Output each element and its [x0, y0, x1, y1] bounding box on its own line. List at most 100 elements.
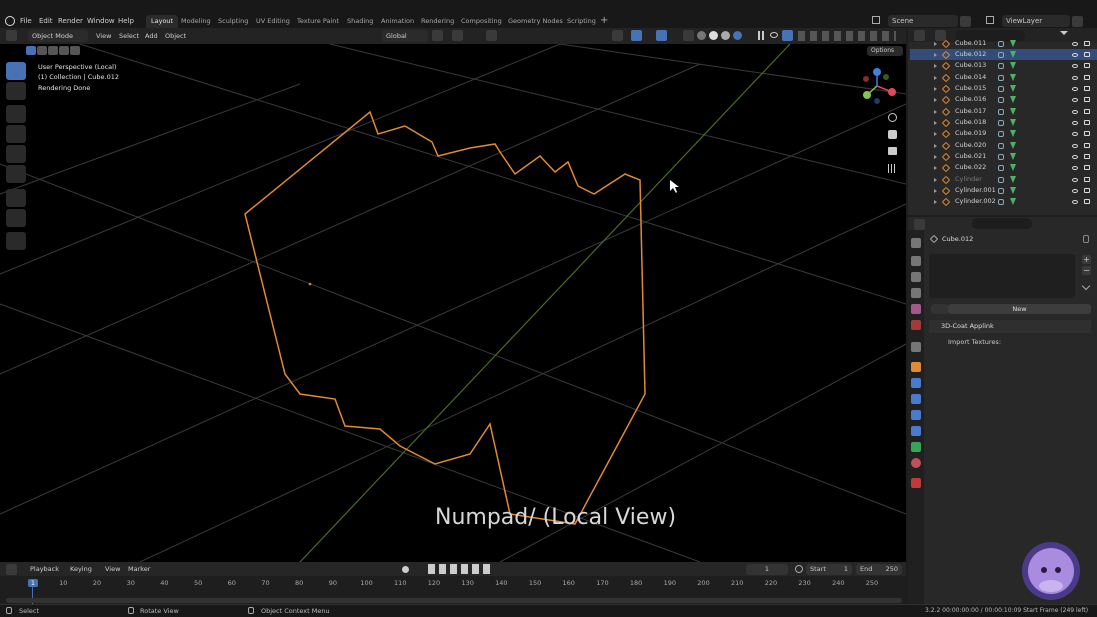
render-camera-icon[interactable] [1084, 108, 1090, 114]
render-camera-icon[interactable] [1084, 154, 1090, 159]
tab-scripting[interactable]: Scripting [562, 15, 601, 28]
measure-tool-icon[interactable] [6, 209, 26, 227]
tab-compositing[interactable]: Compositing [456, 15, 507, 28]
render-camera-icon[interactable] [1084, 63, 1090, 69]
ortho-grid-icon[interactable] [888, 164, 897, 173]
render-camera-icon[interactable] [1084, 131, 1090, 137]
visibility-eye-icon[interactable] [1072, 143, 1078, 148]
render-camera-icon[interactable] [1084, 97, 1090, 103]
menu-help[interactable]: Help [118, 15, 134, 27]
select-mode-invert-icon[interactable] [59, 46, 69, 55]
render-camera-icon[interactable] [1084, 85, 1090, 91]
visibility-eye-icon[interactable] [1072, 166, 1078, 171]
material-slots-list[interactable] [929, 254, 1075, 298]
tab-shading[interactable]: Shading [342, 15, 378, 28]
cursor-tool-icon[interactable] [6, 82, 26, 100]
expand-arrow-icon[interactable] [934, 155, 937, 159]
tab-geometry-nodes[interactable]: Geometry Nodes [503, 15, 568, 28]
render-camera-icon[interactable] [1084, 40, 1090, 46]
expand-arrow-icon[interactable] [934, 98, 937, 103]
gizmo-toggle-icon[interactable] [631, 30, 642, 41]
texture-tab-icon[interactable] [911, 478, 921, 488]
tab-sculpting[interactable]: Sculpting [213, 15, 253, 28]
transform-orientation[interactable]: Global [382, 30, 428, 42]
current-frame-field[interactable]: 1 [746, 564, 788, 575]
tab-uv-editing[interactable]: UV Editing [251, 15, 295, 28]
expand-arrow-icon[interactable] [934, 41, 937, 46]
render-camera-icon[interactable] [1084, 199, 1090, 205]
tab-layout[interactable]: Layout [146, 15, 179, 28]
expand-arrow-icon[interactable] [934, 143, 937, 148]
outliner-row[interactable]: Cube.011 [910, 38, 1097, 49]
menu-object[interactable]: Object [165, 30, 186, 42]
menu-render[interactable]: Render [58, 15, 83, 27]
expand-arrow-icon[interactable] [934, 75, 937, 80]
visibility-eye-icon[interactable] [1072, 86, 1078, 91]
add-cube-tool-icon[interactable] [6, 232, 26, 250]
transform-tool-icon[interactable] [6, 165, 26, 183]
data-tab-icon[interactable] [911, 442, 921, 452]
options-dropdown[interactable]: Options [867, 46, 903, 56]
snap-icon[interactable] [452, 30, 463, 41]
expand-arrow-icon[interactable] [934, 189, 937, 194]
expand-arrow-icon[interactable] [934, 109, 937, 114]
select-mode-intersect-icon[interactable] [70, 46, 80, 55]
visibility-eye-icon[interactable] [1072, 132, 1078, 137]
modifier-tab-icon[interactable] [911, 378, 921, 388]
visibility-icon[interactable] [612, 30, 623, 41]
visibility-eye-icon[interactable] [1072, 155, 1078, 159]
editor-type-icon[interactable] [6, 30, 17, 41]
outliner-row[interactable]: Cube.021 [910, 151, 1097, 162]
shading-wireframe-icon[interactable] [697, 31, 706, 40]
new-material-button[interactable]: New [948, 304, 1091, 314]
expand-arrow-icon[interactable] [934, 120, 937, 125]
collection-tab-icon[interactable] [911, 342, 921, 352]
visibility-eye-icon[interactable] [1072, 120, 1078, 125]
outliner-row[interactable]: Cylinder.002 [910, 196, 1097, 207]
timeline-scrollbar[interactable] [6, 598, 902, 603]
select-box-tool-icon[interactable] [6, 62, 26, 80]
visibility-eye-icon[interactable] [770, 32, 778, 38]
render-camera-icon[interactable] [1084, 51, 1090, 57]
outliner-row[interactable]: Cube.018 [910, 117, 1097, 128]
annotate-tool-icon[interactable] [6, 189, 26, 207]
zoom-icon[interactable] [888, 113, 897, 122]
expand-arrow-icon[interactable] [934, 200, 937, 205]
view-layer-tab-icon[interactable] [911, 288, 921, 298]
menu-view[interactable]: View [96, 30, 111, 42]
end-frame-field[interactable]: End 250 [856, 564, 902, 575]
visibility-eye-icon[interactable] [1072, 98, 1078, 103]
expand-arrow-icon[interactable] [934, 166, 937, 171]
particles-tab-icon[interactable] [911, 394, 921, 404]
render-camera-icon[interactable] [1084, 119, 1090, 125]
scene-tab-icon[interactable] [911, 304, 921, 314]
start-frame-field[interactable]: Start 1 [806, 564, 852, 575]
shading-solid-icon[interactable] [709, 31, 718, 40]
expand-arrow-icon[interactable] [934, 52, 937, 57]
expand-arrow-icon[interactable] [934, 64, 937, 69]
view-layer-copy-icon[interactable] [1072, 16, 1083, 27]
pivot-icon[interactable] [432, 30, 443, 41]
select-mode-new-icon[interactable] [26, 46, 36, 55]
render-tab-icon[interactable] [911, 256, 921, 266]
material-tab-icon[interactable] [911, 458, 921, 468]
tab-texture-paint[interactable]: Texture Paint [292, 15, 344, 28]
playback-controls-icon[interactable] [428, 564, 493, 574]
outliner-row[interactable]: Cube.020 [910, 140, 1097, 151]
menu-add[interactable]: Add [145, 30, 158, 42]
tab-rendering[interactable]: Rendering [416, 15, 459, 28]
record-keyframe-icon[interactable] [402, 566, 409, 573]
constraints-tab-icon[interactable] [911, 426, 921, 436]
expand-arrow-icon[interactable] [934, 132, 937, 137]
outliner-row[interactable]: Cylinder.001 [910, 185, 1097, 196]
render-camera-icon[interactable] [1084, 142, 1090, 148]
menu-file[interactable]: File [20, 15, 32, 27]
shading-rendered-icon[interactable] [733, 31, 742, 40]
tool-tab-icon[interactable] [911, 238, 921, 248]
outliner-row[interactable]: Cylinder [910, 174, 1097, 185]
overlay-toggle-icon[interactable] [656, 30, 667, 41]
timeline-editor-icon[interactable] [6, 564, 17, 575]
3d-viewport[interactable]: User Perspective (Local) (1) Collection … [0, 44, 906, 562]
move-tool-icon[interactable] [6, 105, 26, 123]
tab-animation[interactable]: Animation [376, 15, 419, 28]
